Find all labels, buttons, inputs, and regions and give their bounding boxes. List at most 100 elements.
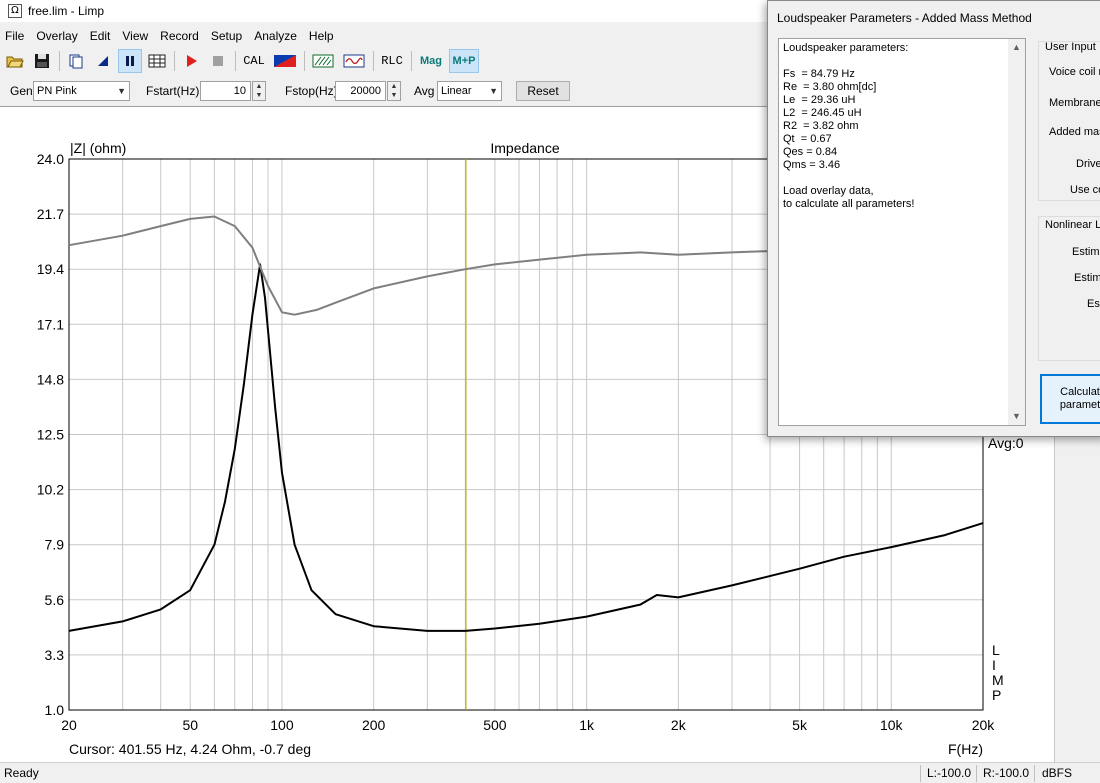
status-ready: Ready [4,766,39,780]
chevron-down-icon: ▼ [489,86,498,96]
save-disk-icon[interactable] [30,49,54,73]
avg-value: Linear [441,85,472,97]
menu-bar: File Overlay Edit View Record Setup Anal… [0,26,340,46]
limp-letter: L [992,642,1000,658]
rlc-button[interactable]: RLC [378,49,406,73]
menu-setup[interactable]: Setup [205,29,248,43]
status-bar: Ready L:-100.0 R:-100.0 dBFS [0,762,1100,783]
play-record-icon[interactable] [179,49,203,73]
user-input-group [1038,41,1100,201]
y-tick-label: 7.9 [45,537,65,553]
y-tick-label: 17.1 [37,316,64,332]
toolbar-separator [59,51,60,71]
copy-page-icon[interactable] [64,49,88,73]
fstart-spinner[interactable]: ▲ ▼ [252,81,266,101]
parameter-line [783,172,1025,185]
menu-record[interactable]: Record [154,29,205,43]
y-tick-label: 24.0 [37,151,64,167]
toolbar-separator [373,51,374,71]
open-folder-icon[interactable] [3,49,27,73]
menu-view[interactable]: View [116,29,154,43]
voice-coil-label: Voice coil re [1049,66,1100,78]
fstop-input[interactable]: 20000 [335,81,386,101]
pause-icon[interactable] [118,49,142,73]
membrane-label: Membrane [1049,97,1100,109]
table-grid-icon[interactable] [145,49,169,73]
y-tick-label: 21.7 [37,206,64,222]
x-tick-label: 2k [671,717,687,733]
y-tick-label: 3.3 [45,647,65,663]
nonlinear-label: Nonlinear LS [1045,219,1100,231]
overlay-curve-line [68,215,845,316]
status-divider [920,765,921,782]
avg-label: Avg [414,84,435,98]
added-mass-label: Added mas [1049,126,1100,138]
x-tick-label: 50 [182,717,198,733]
calc-line-1: Calculat [1060,386,1100,398]
window-title: free.lim - Limp [28,4,105,18]
toolbar-separator [235,51,236,71]
mag-phase-button[interactable]: M+P [449,49,479,73]
y-axis-label: |Z| (ohm) [70,140,126,156]
parameter-line: Le = 29.36 uH [783,94,856,106]
loudspeaker-parameters-dialog: Loudspeaker Parameters - Added Mass Meth… [767,0,1100,437]
user-input-label: User Input [1045,41,1096,53]
nonlinear-group [1038,216,1100,361]
estimate-label-3: Est [1087,298,1100,310]
limp-letter: P [992,687,1001,703]
hatch-filter-icon[interactable] [309,49,337,73]
limp-letter: I [992,657,996,673]
level-left: L:-100.0 [927,766,972,780]
y-tick-label: 14.8 [37,371,64,387]
parameter-line: Qms = 3.46 [783,159,841,171]
limp-letter: M [992,672,1004,688]
stop-icon[interactable] [206,49,230,73]
chevron-down-icon: ▼ [117,86,126,96]
gen-label: Gen [10,84,33,98]
parameter-line: to calculate all parameters! [783,198,915,210]
parameter-line: Qt = 0.67 [783,133,832,145]
cursor-readout: Cursor: 401.55 Hz, 4.24 Ohm, -0.7 deg [69,741,311,757]
mag-button[interactable]: Mag [416,49,446,73]
x-tick-label: 5k [792,717,808,733]
fstop-spinner[interactable]: ▲ ▼ [387,81,401,101]
reset-button[interactable]: Reset [516,81,570,101]
parameters-textbox[interactable]: Loudspeaker parameters: Fs = 84.79 Hz Re =… [778,38,1026,426]
triangle-marker-icon[interactable] [91,49,115,73]
menu-edit[interactable]: Edit [84,29,117,43]
use-label: Use co [1070,184,1100,196]
driver-label: Drive [1076,158,1100,170]
chevron-up-icon[interactable]: ▲ [1008,39,1025,56]
avg-select[interactable]: Linear ▼ [437,81,502,101]
menu-overlay[interactable]: Overlay [30,29,83,43]
chevron-down-icon[interactable]: ▼ [1008,408,1025,425]
estimate-label-1: Estima [1072,246,1100,258]
menu-file[interactable]: File [0,29,30,43]
calibration-color-icon[interactable] [271,49,299,73]
parameter-line: Re = 3.80 ohm[dc] [783,81,877,93]
menu-analyze[interactable]: Analyze [248,29,303,43]
generator-select[interactable]: PN Pink ▼ [33,81,130,101]
toolbar-separator [411,51,412,71]
x-axis-label: F(Hz) [948,741,983,757]
parameter-line: R2 = 3.82 ohm [783,120,859,132]
parameter-line: L2 = 246.45 uH [783,107,862,119]
x-tick-label: 20k [972,717,996,733]
parameter-line: Load overlay data, [783,185,874,197]
x-tick-label: 20 [61,717,77,733]
y-tick-label: 10.2 [37,482,64,498]
status-divider [976,765,977,782]
parameter-line [783,55,1025,68]
y-tick-label: 19.4 [37,261,64,277]
menu-help[interactable]: Help [303,29,340,43]
cal-button[interactable]: CAL [240,49,268,73]
calculate-parameters-button[interactable]: Calculat paramet [1040,374,1100,424]
textbox-scrollbar[interactable]: ▲ ▼ [1008,39,1025,425]
avg-count-label: Avg:0 [988,435,1024,451]
x-tick-label: 1k [579,717,595,733]
parameter-line: Loudspeaker parameters: [783,42,909,54]
generator-value: PN Pink [37,85,77,97]
y-tick-label: 1.0 [45,702,65,718]
sine-wave-icon[interactable] [340,49,368,73]
fstart-input[interactable]: 10 [200,81,251,101]
